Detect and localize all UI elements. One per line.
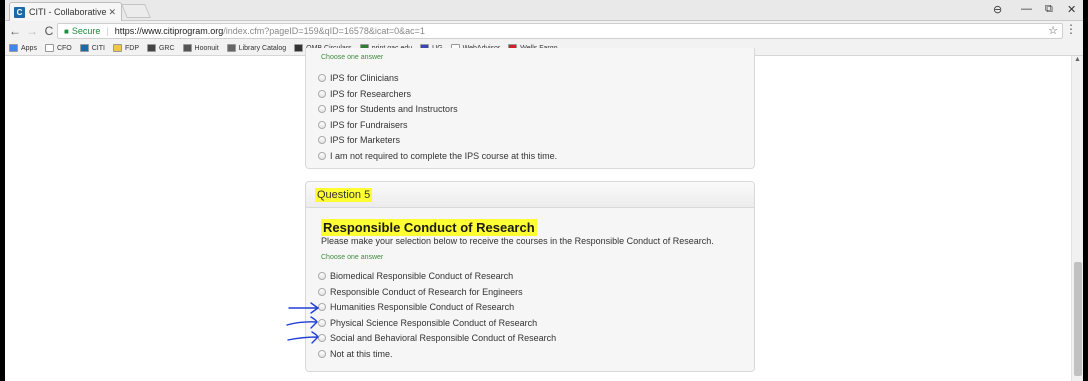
- radio-button[interactable]: [318, 120, 326, 129]
- bookmark-item[interactable]: Hoonuit: [182, 44, 219, 52]
- radio-button[interactable]: [318, 287, 326, 296]
- radio-button[interactable]: [318, 105, 326, 113]
- tab-strip: C CITI - Collaborative Instit ✕ ⊖ — ⧉ ✕: [5, 0, 1083, 21]
- answer-option-label: I am not required to complete the IPS co…: [330, 150, 558, 161]
- answer-option-label: Social and Behavioral Responsible Conduc…: [330, 333, 557, 343]
- answer-option[interactable]: Biomedical Responsible Conduct of Resear…: [318, 271, 513, 281]
- tab-close-icon[interactable]: ✕: [108, 7, 116, 18]
- apps-grid-icon: [9, 44, 18, 52]
- bookmark-label: CFO: [56, 44, 72, 52]
- browser-tab[interactable]: C CITI - Collaborative Instit ✕: [9, 2, 122, 21]
- url-path: /index.cfm?pageID=159&qID=16578&icat=0&a…: [223, 26, 425, 36]
- bookmark-star-icon[interactable]: ☆: [1048, 24, 1058, 37]
- page-icon: [44, 44, 54, 52]
- answer-option-label: IPS for Students and Instructors: [330, 104, 458, 114]
- question-description: Please make your selection below to rece…: [321, 236, 714, 246]
- bookmark-label: Hoonuit: [194, 44, 219, 52]
- new-tab-button[interactable]: [121, 4, 151, 18]
- answer-option[interactable]: IPS for Students and Instructors: [318, 104, 458, 114]
- omb-icon: [294, 44, 304, 52]
- answer-option-label: Physical Science Responsible Conduct of …: [330, 317, 538, 328]
- choose-one-label: Choose one answer: [321, 254, 384, 261]
- radio-button[interactable]: [318, 74, 326, 82]
- answer-option-label: IPS for Marketers: [330, 135, 401, 145]
- bookmark-item[interactable]: Library Catalog: [226, 44, 287, 52]
- question-header: Question 5: [306, 182, 754, 208]
- bookmark-item[interactable]: GRC: [146, 44, 175, 52]
- navigation-toolbar: ← → C ⌂ ■ Secure | https://www.citiprogr…: [5, 21, 1083, 41]
- choose-one-label: Choose one answer: [321, 54, 384, 61]
- radio-button[interactable]: [318, 136, 326, 144]
- close-window-button[interactable]: ✕: [1067, 3, 1076, 16]
- annotation-arrow-humanities: [288, 302, 320, 314]
- question-number: Question 5: [315, 187, 373, 202]
- answer-option[interactable]: IPS for Researchers: [318, 89, 411, 99]
- answer-option[interactable]: Not at this time.: [318, 349, 393, 359]
- folder-icon: [112, 44, 122, 52]
- scrollbar-thumb[interactable]: [1074, 262, 1082, 376]
- answer-option-label: Not at this time.: [330, 348, 393, 359]
- bookmark-label: CITI: [91, 44, 105, 52]
- forward-button[interactable]: →: [25, 24, 39, 38]
- reload-button[interactable]: C: [42, 24, 56, 38]
- radio-button[interactable]: [318, 272, 326, 280]
- bookmark-label: Apps: [21, 44, 37, 52]
- minimize-button[interactable]: —: [1021, 3, 1032, 15]
- bookmark-label: FDP: [124, 44, 139, 52]
- radio-button[interactable]: [318, 349, 326, 358]
- scroll-up-icon[interactable]: ▲: [1074, 56, 1081, 63]
- url-host: https://www.citiprogram.org: [114, 26, 224, 36]
- infinity-icon: [182, 44, 192, 52]
- lock-icon: ■: [64, 26, 69, 36]
- bookmark-label: GRC: [158, 44, 175, 52]
- answer-option[interactable]: Humanities Responsible Conduct of Resear…: [318, 302, 514, 312]
- answer-option-label: IPS for Clinicians: [330, 73, 399, 83]
- question-card-5: Question 5 Responsible Conduct of Resear…: [305, 181, 755, 372]
- citi-icon: [79, 44, 89, 52]
- chrome-menu-icon[interactable]: ⋮: [1065, 22, 1077, 36]
- answer-option-label: Humanities Responsible Conduct of Resear…: [330, 302, 515, 312]
- answer-option[interactable]: Responsible Conduct of Research for Engi…: [318, 287, 523, 297]
- answer-option[interactable]: IPS for Marketers: [318, 135, 400, 145]
- grc-icon: [146, 44, 156, 52]
- secure-label: Secure: [71, 26, 101, 36]
- annotation-arrow-social-behavioral: [287, 331, 319, 344]
- address-bar[interactable]: ■ Secure | https://www.citiprogram.org /…: [57, 23, 1063, 39]
- citi-favicon-icon: C: [14, 6, 25, 18]
- bookmark-item[interactable]: CITI: [79, 44, 105, 52]
- back-button[interactable]: ←: [8, 24, 22, 38]
- section-title: Responsible Conduct of Research: [321, 219, 537, 236]
- bookmark-item[interactable]: CFO: [44, 44, 72, 52]
- library-icon: [226, 44, 236, 52]
- answer-option[interactable]: IPS for Clinicians: [318, 73, 399, 83]
- browser-window: C CITI - Collaborative Instit ✕ ⊖ — ⧉ ✕ …: [5, 0, 1083, 381]
- vertical-scrollbar[interactable]: ▲: [1071, 56, 1083, 381]
- account-icon[interactable]: ⊖: [993, 3, 1002, 16]
- radio-button[interactable]: [318, 89, 326, 98]
- answer-option-label: IPS for Fundraisers: [330, 119, 408, 130]
- page-content: Choose one answer IPS for Clinicians IPS …: [5, 48, 1071, 381]
- answer-option[interactable]: I am not required to complete the IPS co…: [318, 151, 557, 161]
- answer-option[interactable]: Physical Science Responsible Conduct of …: [318, 318, 537, 328]
- answer-option-label: Biomedical Responsible Conduct of Resear…: [330, 271, 514, 281]
- annotation-arrow-physical-science: [286, 316, 318, 329]
- answer-option[interactable]: IPS for Fundraisers: [318, 120, 408, 130]
- bookmark-item[interactable]: Apps: [9, 44, 37, 52]
- bookmark-item[interactable]: FDP: [112, 44, 139, 52]
- answer-option-label: IPS for Researchers: [330, 88, 412, 99]
- tab-title: CITI - Collaborative Instit: [29, 7, 108, 17]
- maximize-button[interactable]: ⧉: [1045, 3, 1053, 16]
- question-card-ips: Choose one answer IPS for Clinicians IPS …: [305, 48, 755, 169]
- answer-option-label: Responsible Conduct of Research for Engi…: [330, 286, 523, 297]
- answer-option[interactable]: Social and Behavioral Responsible Conduc…: [318, 333, 556, 343]
- radio-button[interactable]: [318, 151, 326, 160]
- address-separator: |: [106, 26, 109, 36]
- bookmark-label: Library Catalog: [238, 44, 287, 52]
